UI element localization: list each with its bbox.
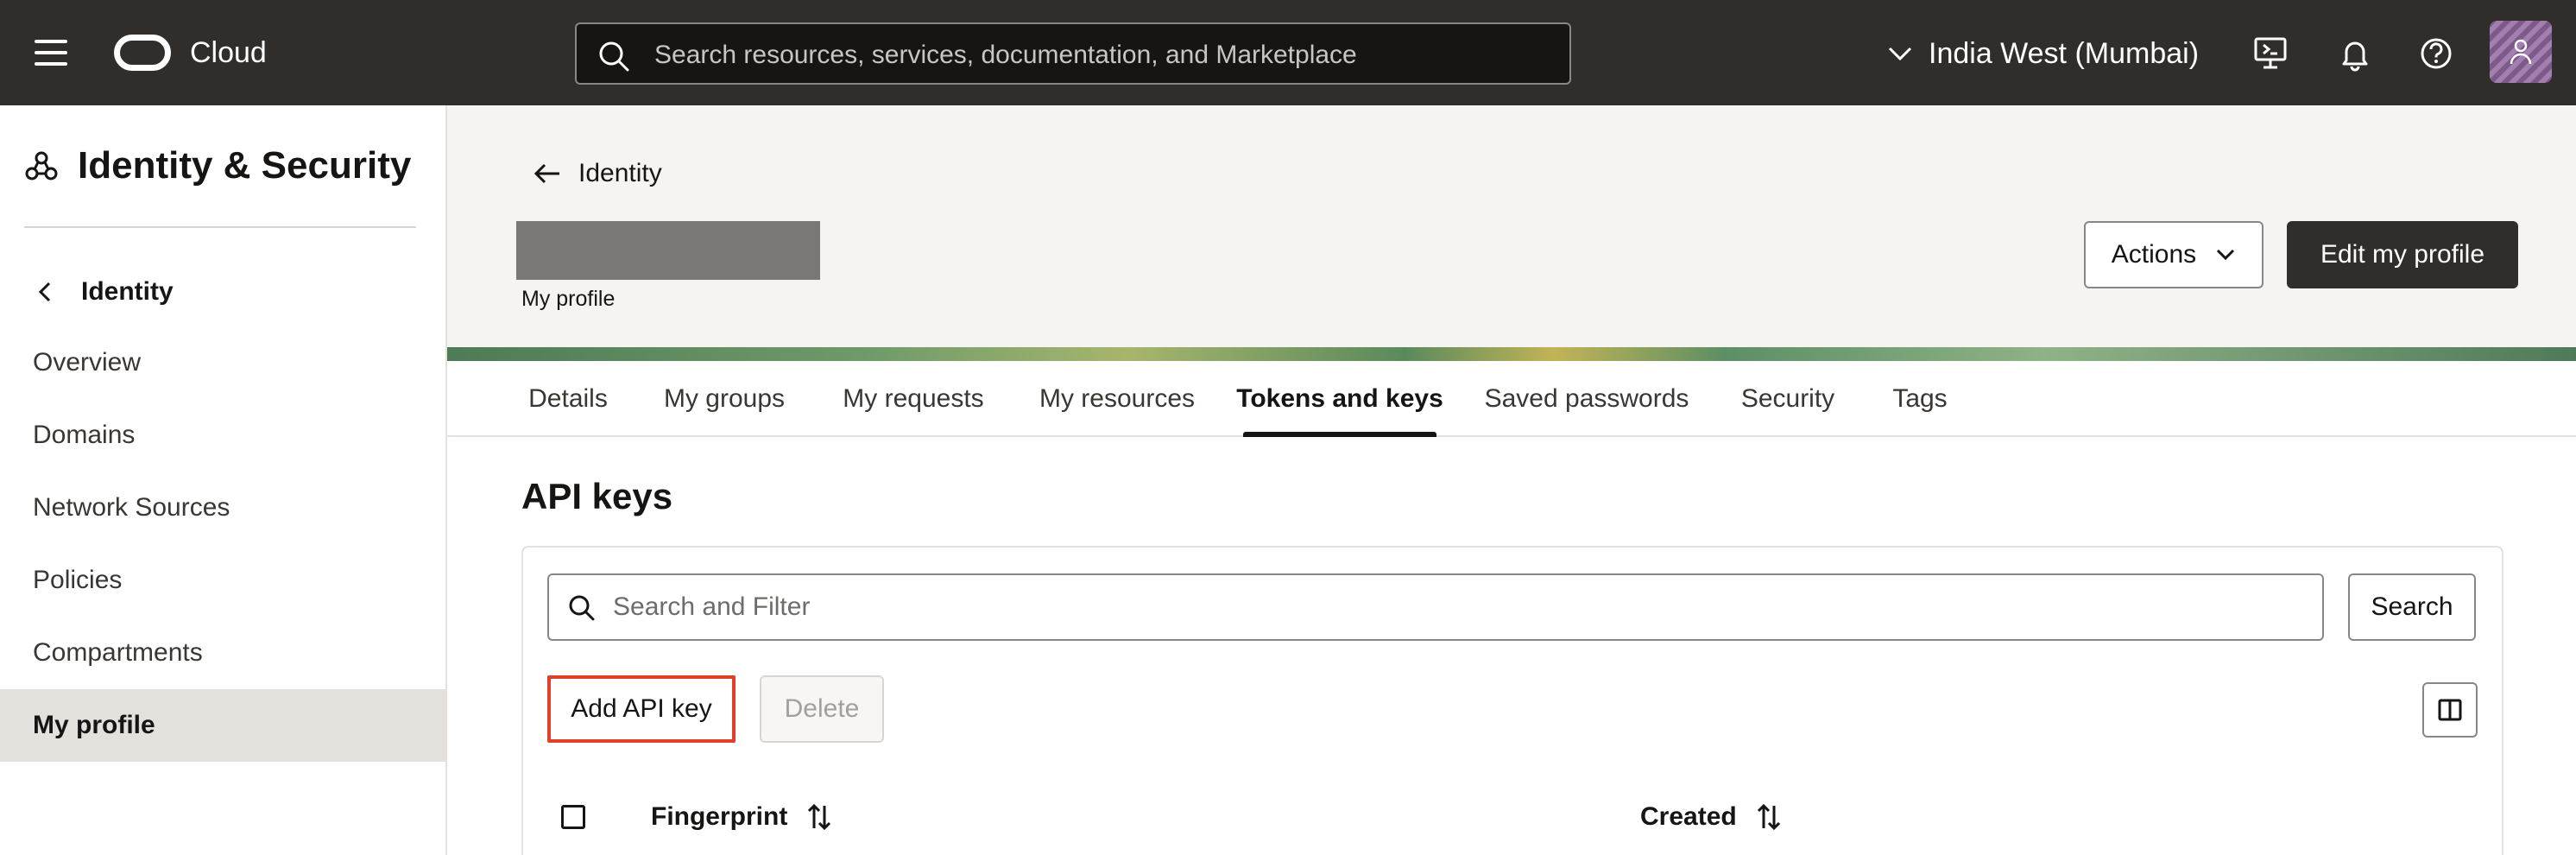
column-settings-button[interactable] xyxy=(2422,682,2478,738)
arrow-left-icon xyxy=(534,163,559,184)
actions-menu-button[interactable]: Actions xyxy=(2084,221,2263,288)
identity-security-icon xyxy=(25,151,58,180)
page-subtitle: My profile xyxy=(521,287,616,311)
user-icon xyxy=(2510,39,2532,65)
sidebar-divider xyxy=(24,226,416,228)
filter-placeholder: Search and Filter xyxy=(613,592,811,621)
search-icon xyxy=(569,595,595,621)
redacted-user-name xyxy=(516,221,820,280)
profile-tabs: Details My groups My requests My resourc… xyxy=(447,361,2576,437)
bell-icon[interactable] xyxy=(2336,35,2374,73)
help-icon[interactable] xyxy=(2417,35,2455,73)
tab-saved-passwords[interactable]: Saved passwords xyxy=(1485,361,1689,437)
chevron-left-icon xyxy=(38,282,51,302)
top-header: Cloud Search resources, services, docume… xyxy=(0,0,2576,105)
api-keys-panel: Search and Filter Search Add API key Del… xyxy=(521,546,2503,855)
select-all-checkbox[interactable] xyxy=(561,805,585,829)
decorative-banner xyxy=(447,347,2576,361)
column-label-created: Created xyxy=(1640,802,1737,831)
tab-details[interactable]: Details xyxy=(527,361,609,437)
page-header: Identity My profile Actions Edit my prof… xyxy=(447,105,2576,347)
cloud-shell-icon[interactable] xyxy=(2251,35,2289,73)
breadcrumb-label: Identity xyxy=(578,159,662,187)
tab-my-groups[interactable]: My groups xyxy=(661,361,787,437)
column-header-created[interactable]: Created xyxy=(1640,800,1782,834)
brand-label[interactable]: Cloud xyxy=(190,33,267,73)
tab-my-resources[interactable]: My resources xyxy=(1038,361,1196,437)
sidebar-item-network-sources[interactable]: Network Sources xyxy=(0,472,445,544)
sidebar-item-policies[interactable]: Policies xyxy=(0,544,445,617)
sidebar-back-identity[interactable]: Identity xyxy=(38,269,174,314)
sort-icon xyxy=(1757,803,1780,831)
tab-security[interactable]: Security xyxy=(1737,361,1839,437)
sidebar-item-compartments[interactable]: Compartments xyxy=(0,617,445,689)
tab-my-requests[interactable]: My requests xyxy=(841,361,986,437)
sidebar-item-my-profile[interactable]: My profile xyxy=(0,689,445,762)
sidebar-item-domains[interactable]: Domains xyxy=(0,399,445,472)
search-button[interactable]: Search xyxy=(2348,573,2476,641)
sidebar-title: Identity & Security xyxy=(78,144,412,187)
column-header-fingerprint[interactable]: Fingerprint xyxy=(651,800,832,834)
oracle-logo[interactable] xyxy=(114,35,171,71)
sidebar-back-label: Identity xyxy=(81,277,174,306)
columns-icon xyxy=(2438,699,2462,721)
search-placeholder: Search resources, services, documentatio… xyxy=(654,41,1357,69)
delete-button[interactable]: Delete xyxy=(760,675,884,743)
chevron-down-icon xyxy=(2217,249,2235,261)
search-icon xyxy=(599,41,629,72)
global-search-input[interactable]: Search resources, services, documentatio… xyxy=(575,22,1571,85)
sidebar: Identity & Security Identity Overview Do… xyxy=(0,105,447,855)
user-avatar[interactable] xyxy=(2490,21,2552,83)
tab-tags[interactable]: Tags xyxy=(1891,361,1949,437)
edit-profile-button[interactable]: Edit my profile xyxy=(2287,221,2518,288)
column-label-fingerprint: Fingerprint xyxy=(651,802,788,831)
region-selector[interactable]: India West (Mumbai) xyxy=(1887,33,2199,74)
add-api-key-button[interactable]: Add API key xyxy=(547,675,736,743)
region-label: India West (Mumbai) xyxy=(1929,36,2200,70)
sort-icon xyxy=(808,803,831,831)
menu-icon[interactable] xyxy=(35,40,67,66)
search-filter-input[interactable]: Search and Filter xyxy=(547,573,2324,641)
chevron-down-icon xyxy=(1888,47,1912,61)
breadcrumb-back[interactable]: Identity xyxy=(534,154,662,193)
tab-tokens-and-keys[interactable]: Tokens and keys xyxy=(1236,361,1443,437)
actions-label: Actions xyxy=(2111,240,2197,269)
sidebar-item-overview[interactable]: Overview xyxy=(0,326,445,399)
section-title: API keys xyxy=(521,476,673,516)
